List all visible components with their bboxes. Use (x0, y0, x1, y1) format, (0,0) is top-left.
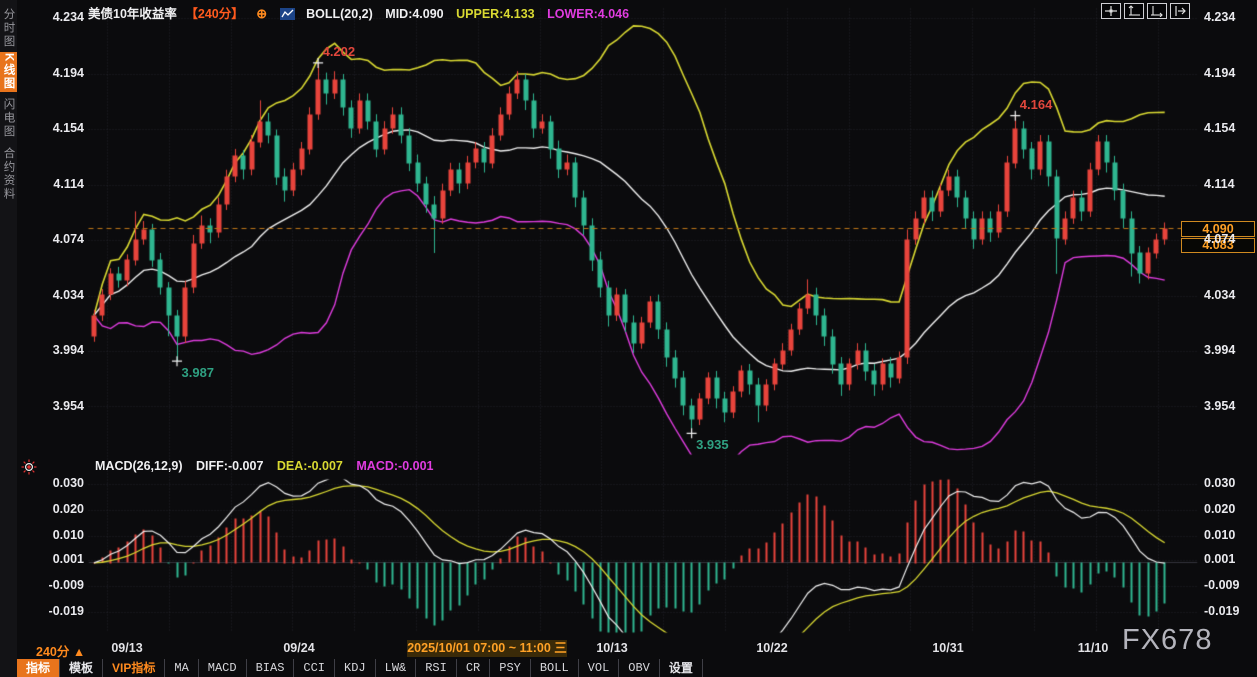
axis-tick-label: 0.030 (1204, 476, 1257, 490)
axis-tick-label: 4.034 (1204, 288, 1257, 302)
axis-tick-label: 4.154 (1204, 121, 1257, 135)
mini-chart-icon[interactable] (280, 8, 295, 23)
period-selector[interactable]: 240分 ▲ (36, 641, 85, 660)
axis-tick-label: 0.020 (1204, 502, 1257, 516)
time-axis-label: 10/13 (596, 641, 627, 655)
axis-tick-label: 4.074 (0, 232, 84, 246)
chart-tools (1101, 3, 1190, 19)
axis-tick-label: 4.234 (0, 10, 84, 24)
add-indicator-icon[interactable]: ⊕ (256, 6, 267, 21)
axis-tick-label: -0.019 (0, 604, 84, 618)
macd-macd-value: MACD:-0.001 (356, 459, 433, 473)
axis-tick-label: 4.114 (0, 177, 84, 191)
axis-tick-label: 4.074 (1204, 232, 1257, 246)
axis-tick-label: 4.194 (0, 66, 84, 80)
toolbar-item-5[interactable]: MACD (199, 659, 247, 677)
period-tag[interactable]: 【240分】 (185, 7, 243, 21)
time-axis-label: 11/10 (1078, 641, 1109, 655)
toolbar-item-12[interactable]: PSY (490, 659, 531, 677)
boll-lower-value: LOWER:4.046 (547, 7, 629, 21)
toolbar-item-1[interactable]: 指标 (17, 659, 60, 677)
time-axis-label: 09/24 (283, 641, 314, 655)
toolbar-item-2[interactable]: 模板 (60, 659, 103, 677)
time-axis-label: 10/22 (756, 641, 787, 655)
macd-header: MACD(26,12,9) DIFF:-0.007 DEA:-0.007 MAC… (95, 459, 443, 473)
axis-tick-label: 3.954 (0, 399, 84, 413)
toolbar-item-7[interactable]: CCI (294, 659, 335, 677)
boll-upper-value: UPPER:4.133 (456, 7, 535, 21)
scale-left-axis-button[interactable] (1124, 3, 1144, 19)
boll-label: BOLL(20,2) (306, 7, 373, 21)
axis-tick-label: 4.234 (1204, 10, 1257, 24)
selected-bar-time-range: 2025/10/01 07:00 ~ 11:00 三 (407, 640, 567, 657)
axis-tick-label: 4.194 (1204, 66, 1257, 80)
toolbar-item-6[interactable]: BIAS (247, 659, 295, 677)
macd-diff-value: DIFF:-0.007 (196, 459, 263, 473)
axis-tick-label: 4.034 (0, 288, 84, 302)
axis-tick-label: 3.994 (0, 343, 84, 357)
toolbar-item-14[interactable]: VOL (579, 659, 620, 677)
toolbar-item-16[interactable]: 设置 (660, 659, 703, 677)
boll-mid-value: MID:4.090 (385, 7, 443, 21)
low-price-annotation: 3.987 (182, 365, 215, 380)
axis-tick-label: -0.009 (1204, 578, 1257, 592)
time-axis-label: 10/31 (932, 641, 963, 655)
macd-dea-value: DEA:-0.007 (277, 459, 343, 473)
left-sidebar: 分时图K线图闪电图合约资料 (0, 0, 17, 677)
toolbar-item-13[interactable]: BOLL (531, 659, 579, 677)
sidebar-tab-4[interactable]: 合约资料 (0, 144, 17, 204)
instrument-title: 美债10年收益率 (88, 7, 177, 21)
toolbar-item-15[interactable]: OBV (619, 659, 660, 677)
axis-tick-label: 3.954 (1204, 399, 1257, 413)
toolbar-item-4[interactable]: MA (165, 659, 198, 677)
axis-tick-label: -0.019 (1204, 604, 1257, 618)
toolbar-item-8[interactable]: KDJ (335, 659, 376, 677)
high-price-annotation: 4.202 (323, 44, 356, 59)
toolbar-item-3[interactable]: VIP指标 (103, 659, 165, 677)
axis-tick-label: 4.114 (1204, 177, 1257, 191)
low-price-annotation: 3.935 (696, 437, 729, 452)
axis-tick-label: 0.010 (1204, 528, 1257, 542)
high-price-annotation: 4.164 (1020, 97, 1053, 112)
macd-label: MACD(26,12,9) (95, 459, 183, 473)
axis-tick-label: 3.994 (1204, 343, 1257, 357)
toolbar-item-9[interactable]: LW& (376, 659, 417, 677)
indicator-toolbar: 指标模板VIP指标MAMACDBIASCCIKDJLW&RSICRPSYBOLL… (17, 659, 703, 677)
toolbar-item-10[interactable]: RSI (416, 659, 457, 677)
axis-tick-label: 0.010 (0, 528, 84, 542)
move-crosshair-button[interactable] (1101, 3, 1121, 19)
kline-macd-canvas (0, 0, 1257, 677)
fx678-watermark: FX678 (1122, 624, 1212, 657)
pan-right-button[interactable] (1170, 3, 1190, 19)
axis-tick-label: 0.001 (0, 552, 84, 566)
time-axis-label: 09/13 (111, 641, 142, 655)
trading-app: 分时图K线图闪电图合约资料 美债10年收益率 【240分】 ⊕ BOLL(20,… (0, 0, 1257, 677)
axis-tick-label: 0.020 (0, 502, 84, 516)
toolbar-item-11[interactable]: CR (457, 659, 490, 677)
axis-tick-label: -0.009 (0, 578, 84, 592)
axis-tick-label: 0.030 (0, 476, 84, 490)
axis-tick-label: 0.001 (1204, 552, 1257, 566)
chart-header: 美债10年收益率 【240分】 ⊕ BOLL(20,2) MID:4.090 U… (88, 3, 638, 20)
axis-tick-label: 4.154 (0, 121, 84, 135)
scale-right-axis-button[interactable] (1147, 3, 1167, 19)
